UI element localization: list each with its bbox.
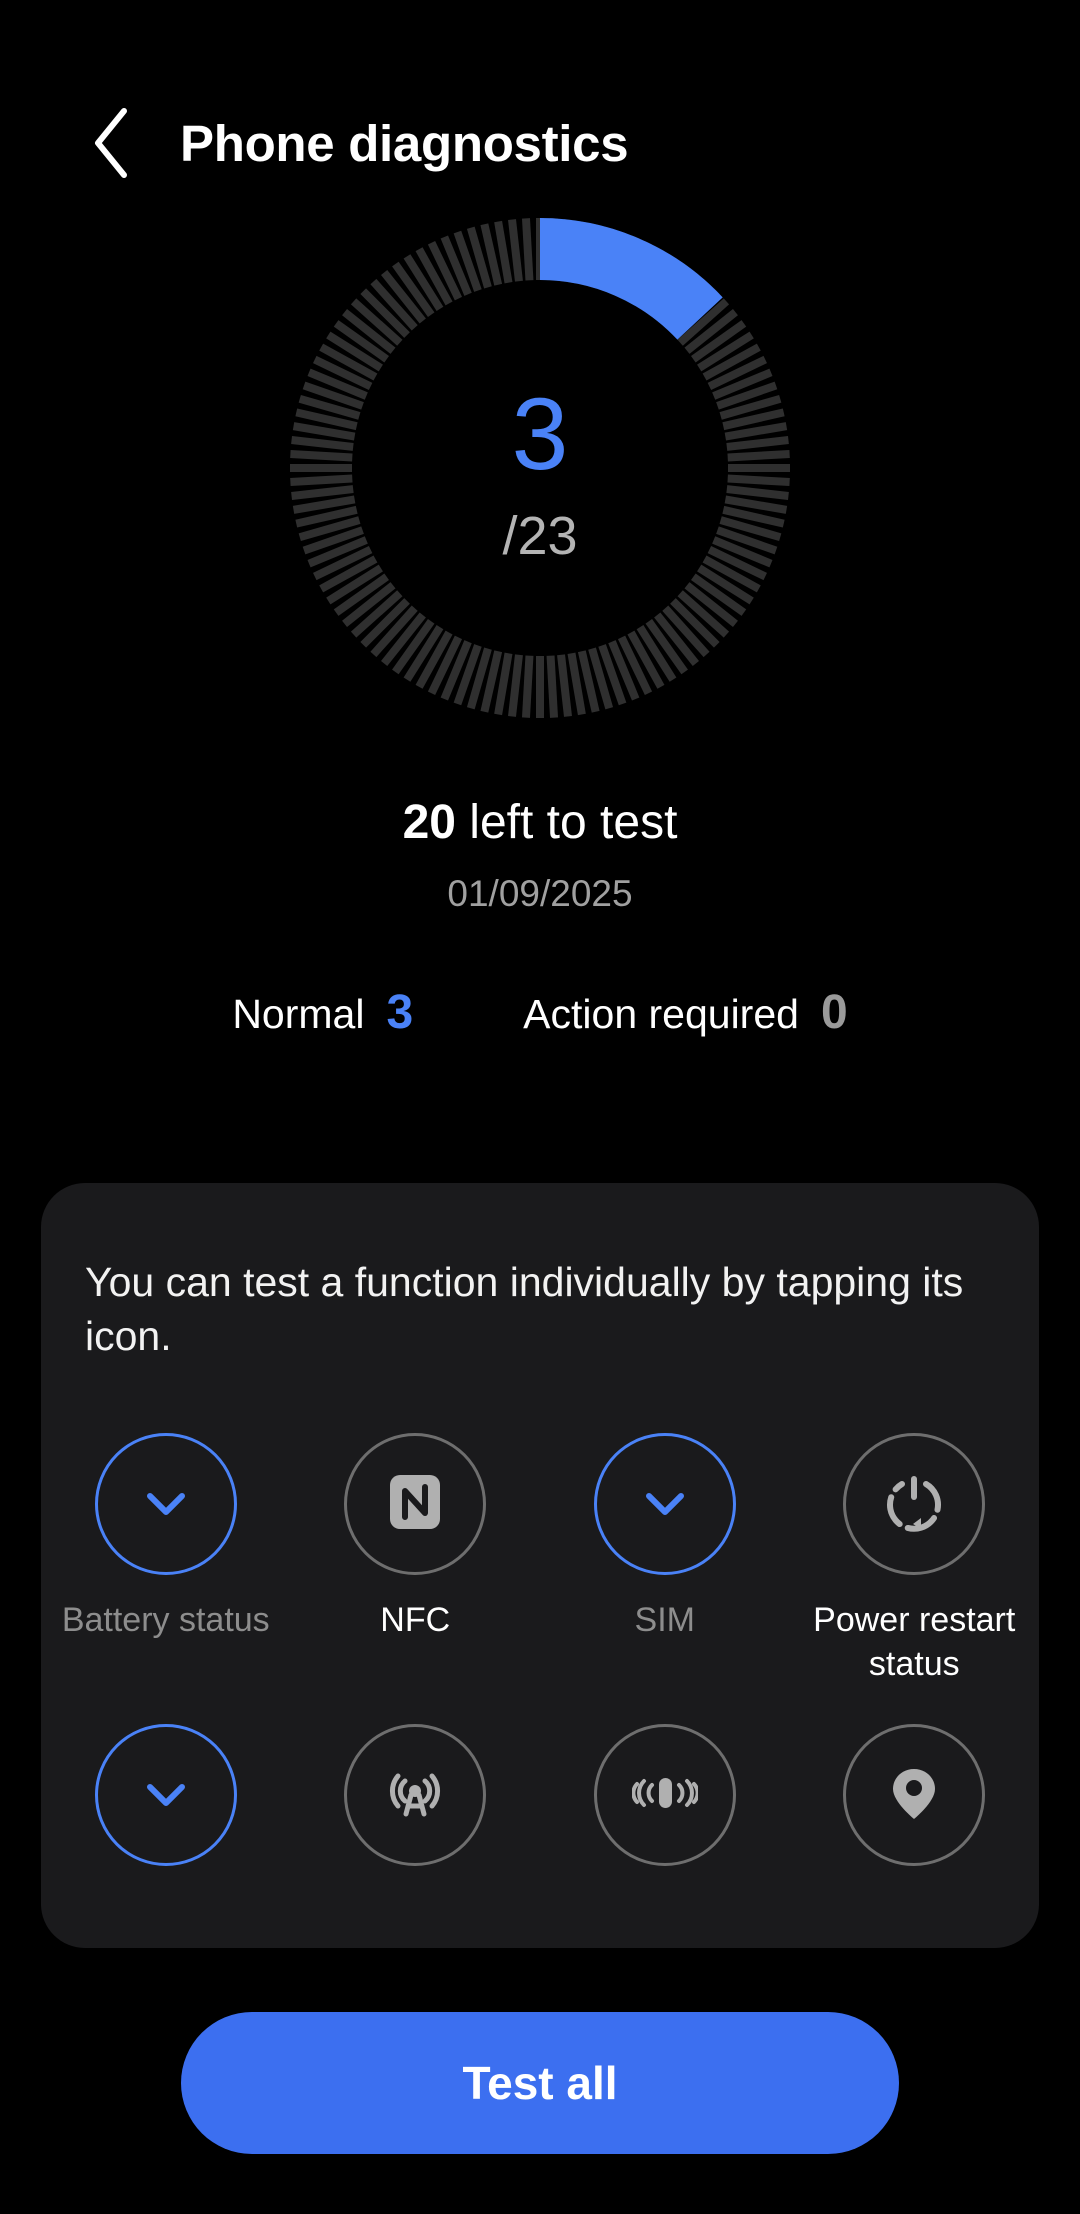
function-test-item[interactable] [41, 1724, 291, 1867]
function-test-icon-button[interactable] [344, 1724, 487, 1867]
test-all-button[interactable]: Test all [181, 2012, 899, 2154]
function-test-item[interactable]: SIM [540, 1433, 790, 1686]
function-test-item[interactable] [790, 1724, 1040, 1867]
back-button[interactable] [62, 95, 158, 191]
last-test-date: 01/09/2025 [447, 873, 633, 914]
check-icon [138, 1765, 194, 1826]
function-test-icon-button[interactable] [843, 1433, 986, 1575]
function-test-label: Power restart status [813, 1601, 1016, 1683]
remaining-text: left to test [455, 796, 678, 849]
function-test-label: NFC [380, 1601, 451, 1639]
function-test-item[interactable]: Power restart status [790, 1433, 1040, 1686]
function-test-card: You can test a function individually by … [41, 1183, 1039, 1948]
gauge-center-readout: 3 /23 [290, 218, 790, 718]
stat-normal-value: 3 [386, 986, 414, 1039]
function-test-label: SIM [634, 1601, 695, 1639]
function-test-icon-button[interactable] [843, 1724, 986, 1867]
chevron-left-icon [88, 105, 132, 181]
function-test-icon-button[interactable] [94, 1433, 237, 1575]
diagnostics-progress-gauge: 3 /23 [290, 218, 790, 718]
broadcast-tower-icon [384, 1762, 446, 1829]
function-test-item[interactable] [540, 1724, 790, 1867]
vibration-icon [631, 1768, 700, 1823]
remaining-tests-line: 20 left to test [0, 795, 1080, 850]
card-description: You can test a function individually by … [85, 1259, 964, 1360]
app-header: Phone diagnostics [0, 88, 1080, 198]
function-test-icon-button[interactable] [94, 1724, 237, 1867]
function-icon-row-1: Battery status NFC SIM Power restart status [41, 1433, 1039, 1686]
stats-row: Normal 3 Action required 0 [0, 985, 1080, 1040]
function-test-icon-button[interactable] [344, 1433, 487, 1575]
gauge-tested-count: 3 [511, 377, 569, 491]
remaining-count: 20 [402, 796, 456, 849]
function-icon-row-2 [41, 1724, 1040, 1867]
power-restart-icon [883, 1471, 945, 1538]
function-test-item[interactable]: NFC [291, 1433, 541, 1686]
nfc-icon [384, 1471, 446, 1538]
function-icon-grid: Battery status NFC SIM Power restart status [41, 1433, 1040, 1867]
stat-normal-label: Normal [232, 991, 365, 1037]
function-test-item[interactable]: Battery status [41, 1433, 291, 1686]
function-test-item[interactable] [291, 1724, 541, 1867]
function-test-icon-button[interactable] [593, 1724, 736, 1867]
location-pin-icon [885, 1762, 943, 1829]
gauge-total-count: /23 [502, 506, 578, 566]
stat-normal: Normal 3 [232, 985, 413, 1040]
stat-action-required-value: 0 [820, 986, 848, 1039]
stat-action-required: Action required 0 [523, 985, 847, 1040]
check-icon [138, 1474, 194, 1535]
page-title: Phone diagnostics [180, 114, 629, 172]
function-test-label: Battery status [61, 1601, 270, 1639]
stat-action-required-label: Action required [523, 991, 799, 1037]
function-test-icon-button[interactable] [593, 1433, 736, 1575]
check-icon [637, 1474, 693, 1535]
